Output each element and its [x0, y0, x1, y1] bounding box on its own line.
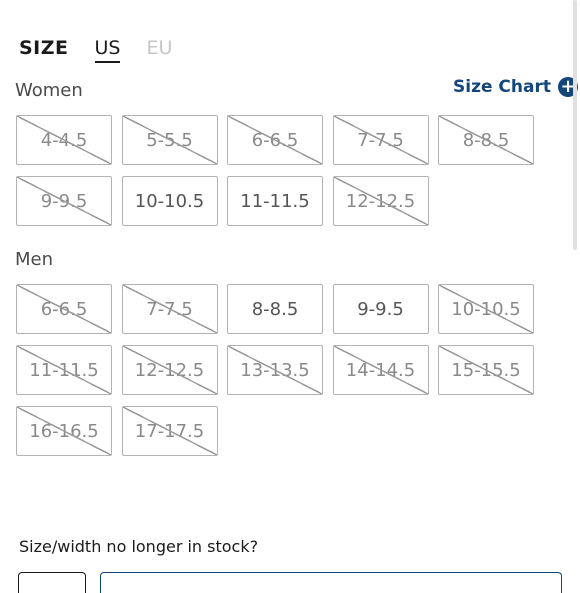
- size-label: 6-6.5: [40, 298, 88, 320]
- size-chart-link[interactable]: Size Chart +: [453, 77, 578, 97]
- men-size-option[interactable]: 17-17.5: [121, 406, 218, 456]
- size-heading: SIZE: [19, 37, 69, 59]
- size-chart-label: Size Chart: [453, 77, 551, 97]
- size-label: 15-15.5: [451, 359, 521, 381]
- women-size-option[interactable]: 12-12.5: [332, 176, 429, 226]
- men-size-option[interactable]: 14-14.5: [332, 345, 429, 395]
- women-size-option[interactable]: 9-9.5: [16, 176, 112, 226]
- men-size-option[interactable]: 9-9.5: [332, 284, 429, 334]
- women-size-option[interactable]: 8-8.5: [438, 115, 534, 165]
- size-label: 10-10.5: [134, 190, 205, 212]
- women-size-option[interactable]: 5-5.5: [121, 115, 218, 165]
- size-label: 17-17.5: [134, 420, 205, 442]
- men-size-option[interactable]: 10-10.5: [438, 284, 534, 334]
- size-label: 14-14.5: [345, 359, 416, 381]
- women-size-option[interactable]: 4-4.5: [16, 115, 112, 165]
- size-label: 9-9.5: [357, 298, 404, 320]
- size-label: 4-4.5: [40, 129, 88, 151]
- size-system-tabs: SIZE US EU: [19, 36, 198, 63]
- size-label: 8-8.5: [462, 129, 510, 151]
- scrollbar[interactable]: [573, 0, 577, 250]
- size-label: 12-12.5: [345, 190, 416, 212]
- size-label: 16-16.5: [29, 420, 99, 442]
- size-label: 11-11.5: [29, 359, 99, 381]
- size-label: 12-12.5: [134, 359, 205, 381]
- size-label: 13-13.5: [240, 359, 310, 381]
- women-size-option[interactable]: 10-10.5: [121, 176, 218, 226]
- men-section-title: Men: [15, 249, 54, 270]
- width-select[interactable]: [18, 572, 86, 593]
- size-label: 8-8.5: [251, 298, 299, 320]
- men-size-option[interactable]: 7-7.5: [121, 284, 218, 334]
- men-size-option[interactable]: 16-16.5: [16, 406, 112, 456]
- size-label: 11-11.5: [240, 190, 310, 212]
- men-size-option[interactable]: 12-12.5: [121, 345, 218, 395]
- size-label: 6-6.5: [251, 129, 299, 151]
- size-label: 7-7.5: [357, 129, 404, 151]
- size-label: 9-9.5: [40, 190, 88, 212]
- women-section-title: Women: [15, 80, 83, 101]
- size-label: 5-5.5: [146, 129, 193, 151]
- women-size-option[interactable]: 11-11.5: [227, 176, 323, 226]
- men-size-option[interactable]: 8-8.5: [227, 284, 323, 334]
- men-size-option[interactable]: 11-11.5: [16, 345, 112, 395]
- tab-us[interactable]: US: [94, 36, 121, 63]
- out-of-stock-prompt: Size/width no longer in stock?: [19, 537, 259, 556]
- notify-input[interactable]: [100, 572, 562, 593]
- women-size-option[interactable]: 6-6.5: [227, 115, 323, 165]
- men-size-option[interactable]: 13-13.5: [227, 345, 323, 395]
- tab-eu[interactable]: EU: [146, 36, 172, 62]
- men-size-option[interactable]: 6-6.5: [16, 284, 112, 334]
- women-size-option[interactable]: 7-7.5: [332, 115, 429, 165]
- size-label: 7-7.5: [146, 298, 193, 320]
- size-label: 10-10.5: [451, 298, 521, 320]
- men-size-option[interactable]: 15-15.5: [438, 345, 534, 395]
